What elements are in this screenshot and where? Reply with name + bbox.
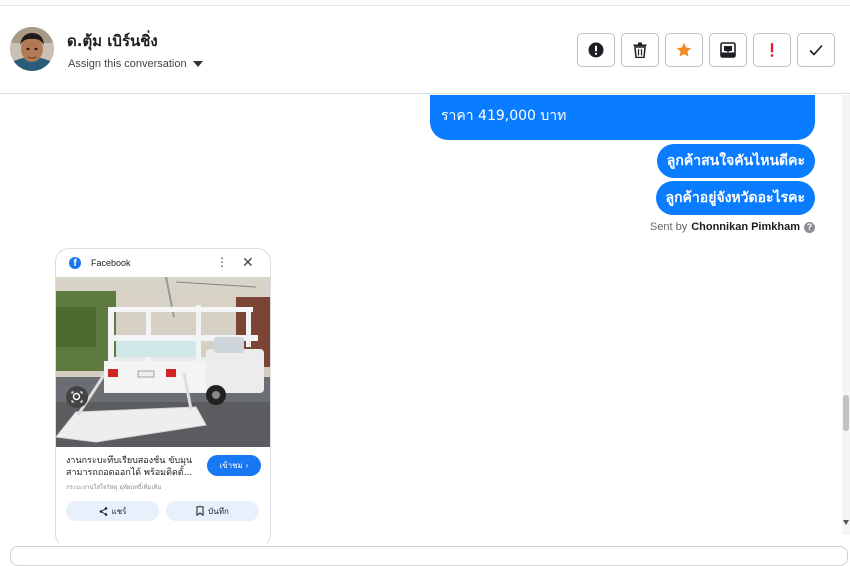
message-thread[interactable]: ราคา 419,000 บาท ลูกค้าสนใจคันไหนดีคะ ลู…	[0, 95, 842, 543]
scroll-down-arrow-icon[interactable]	[843, 520, 849, 525]
archive-inbox-icon	[720, 42, 736, 58]
card-header: f Facebook ⋮ ✕	[56, 249, 270, 277]
chevron-right-icon: ›	[245, 461, 249, 470]
view-more-button[interactable]: เข้าชม ›	[207, 455, 261, 476]
share-icon	[99, 506, 107, 516]
close-icon[interactable]: ✕	[242, 254, 254, 271]
post-image[interactable]	[56, 277, 270, 447]
scrollbar-thumb[interactable]	[843, 395, 849, 431]
visual-search-icon[interactable]	[66, 386, 88, 408]
shared-post-card[interactable]: f Facebook ⋮ ✕ งานกระบะทึบเรียบสองชั้น ข…	[55, 248, 271, 543]
facebook-logo-icon: f	[69, 257, 81, 269]
exclamation-icon	[770, 43, 774, 57]
help-icon[interactable]: ?	[804, 221, 815, 233]
check-icon	[809, 44, 823, 56]
star-button[interactable]	[665, 33, 703, 67]
message-composer[interactable]	[10, 546, 848, 566]
assign-conversation-dropdown[interactable]: Assign this conversation	[68, 58, 203, 70]
trash-icon	[633, 42, 647, 58]
caption-line-2: สามารถถอดออกได้ พร้อมติดตั้...	[66, 468, 193, 478]
caption-line-1: งานกระบะทึบเรียบสองชั้น ขับมุน	[66, 456, 193, 466]
post-caption: งานกระบะทึบเรียบสองชั้น ขับมุน สามารถถอด…	[66, 455, 201, 479]
caption-subtext: กระบะงานใส่ใจรัสดุ อุทัยฤทธิ์เพิ่มเติม	[66, 484, 162, 491]
card-source: Facebook	[91, 258, 131, 268]
sent-by-name: Chonnikan Pimkham	[691, 221, 800, 233]
mark-spam-button[interactable]	[577, 33, 615, 67]
message-bubble-question-2: ลูกค้าอยู่จังหวัดอะไรคะ	[655, 181, 815, 215]
star-icon	[676, 42, 692, 57]
message-bubble-price: ราคา 419,000 บาท	[430, 95, 815, 140]
mark-important-button[interactable]	[753, 33, 791, 67]
more-vertical-icon[interactable]: ⋮	[216, 255, 228, 269]
alert-circle-icon	[588, 42, 604, 58]
save-label: บันทึก	[208, 506, 229, 516]
caret-down-icon	[192, 61, 203, 67]
view-more-label: เข้าชม	[219, 461, 243, 470]
assign-label: Assign this conversation	[68, 58, 187, 70]
conversation-actions	[577, 33, 835, 67]
mark-done-button[interactable]	[797, 33, 835, 67]
sent-by-prefix: Sent by	[649, 221, 688, 233]
save-button[interactable]: บันทึก	[166, 501, 259, 521]
bookmark-icon	[196, 506, 204, 516]
sent-by-line: Sent by Chonnikan Pimkham ?	[650, 221, 815, 233]
message-bubble-question-1: ลูกค้าสนใจคันไหนดีคะ	[656, 144, 815, 178]
avatar[interactable]	[10, 27, 54, 71]
scrollbar-track[interactable]	[842, 95, 850, 535]
message-text: ราคา 419,000 บาท	[441, 108, 567, 124]
share-label: แชร์	[111, 506, 127, 516]
conversation-header: ด.ตุ้ม เบิร์นชิ่ง Assign this conversati…	[0, 6, 850, 94]
contact-name: ด.ตุ้ม เบิร์นชิ่ง	[67, 32, 158, 50]
delete-button[interactable]	[621, 33, 659, 67]
move-to-done-button[interactable]	[709, 33, 747, 67]
share-button[interactable]: แชร์	[66, 501, 159, 521]
